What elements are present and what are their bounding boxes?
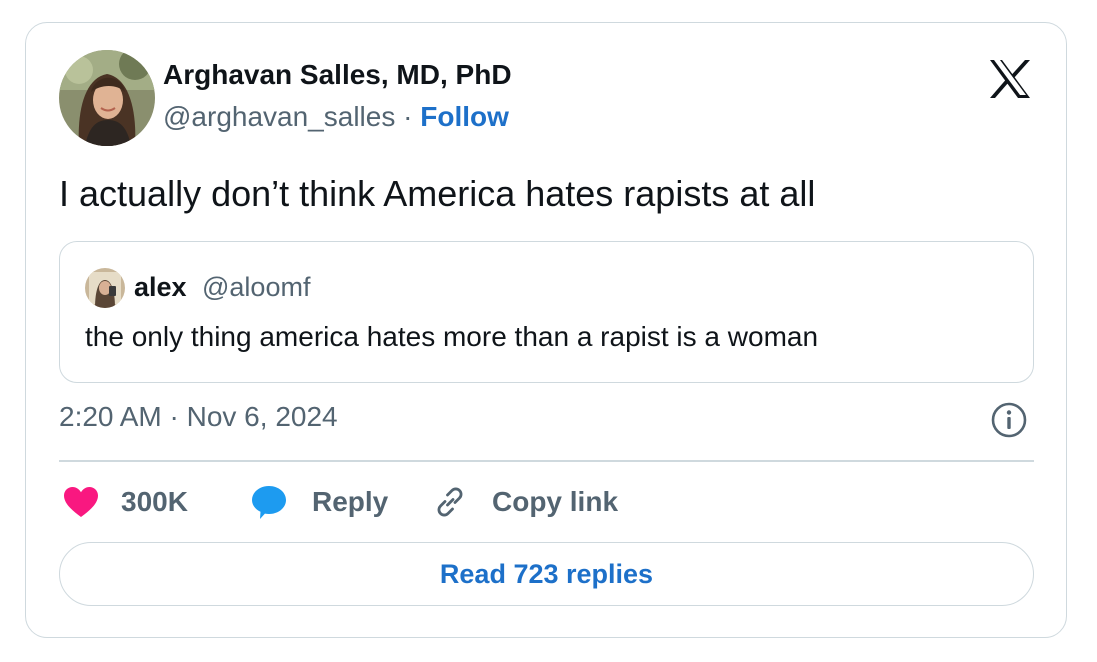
copy-link-button[interactable]: Copy link (432, 481, 618, 523)
quoted-name: alex (134, 272, 187, 302)
tweet-text: I actually don’t think America hates rap… (59, 173, 816, 214)
x-logo-icon[interactable] (988, 59, 1032, 99)
author-avatar[interactable] (59, 50, 155, 146)
heart-icon (63, 486, 99, 518)
timestamp[interactable]: 2:20 AM · Nov 6, 2024 (59, 401, 338, 433)
tweet-card: Arghavan Salles, MD, PhD @arghavan_salle… (25, 22, 1067, 638)
copy-link-label: Copy link (492, 486, 619, 517)
author-handle[interactable]: @arghavan_salles (163, 101, 395, 132)
read-replies-button[interactable]: Read 723 replies (59, 542, 1034, 606)
divider (59, 460, 1034, 462)
author-meta: @arghavan_salles · Follow (163, 101, 509, 133)
meta-separator: · (395, 101, 421, 132)
quoted-avatar (85, 268, 125, 308)
like-count: 300K (121, 486, 188, 517)
speech-bubble-icon (250, 484, 288, 520)
info-icon[interactable] (990, 401, 1028, 439)
quoted-text: the only thing america hates more than a… (85, 321, 819, 352)
quoted-handle: @aloomf (202, 272, 311, 302)
follow-link[interactable]: Follow (420, 101, 509, 132)
link-icon (432, 484, 468, 520)
author-name[interactable]: Arghavan Salles, MD, PhD (163, 59, 512, 91)
quoted-tweet[interactable]: alex @aloomf the only thing america hate… (59, 241, 1034, 383)
like-button[interactable]: 300K (63, 481, 188, 523)
reply-label: Reply (312, 486, 389, 517)
reply-button[interactable]: Reply (250, 481, 388, 523)
